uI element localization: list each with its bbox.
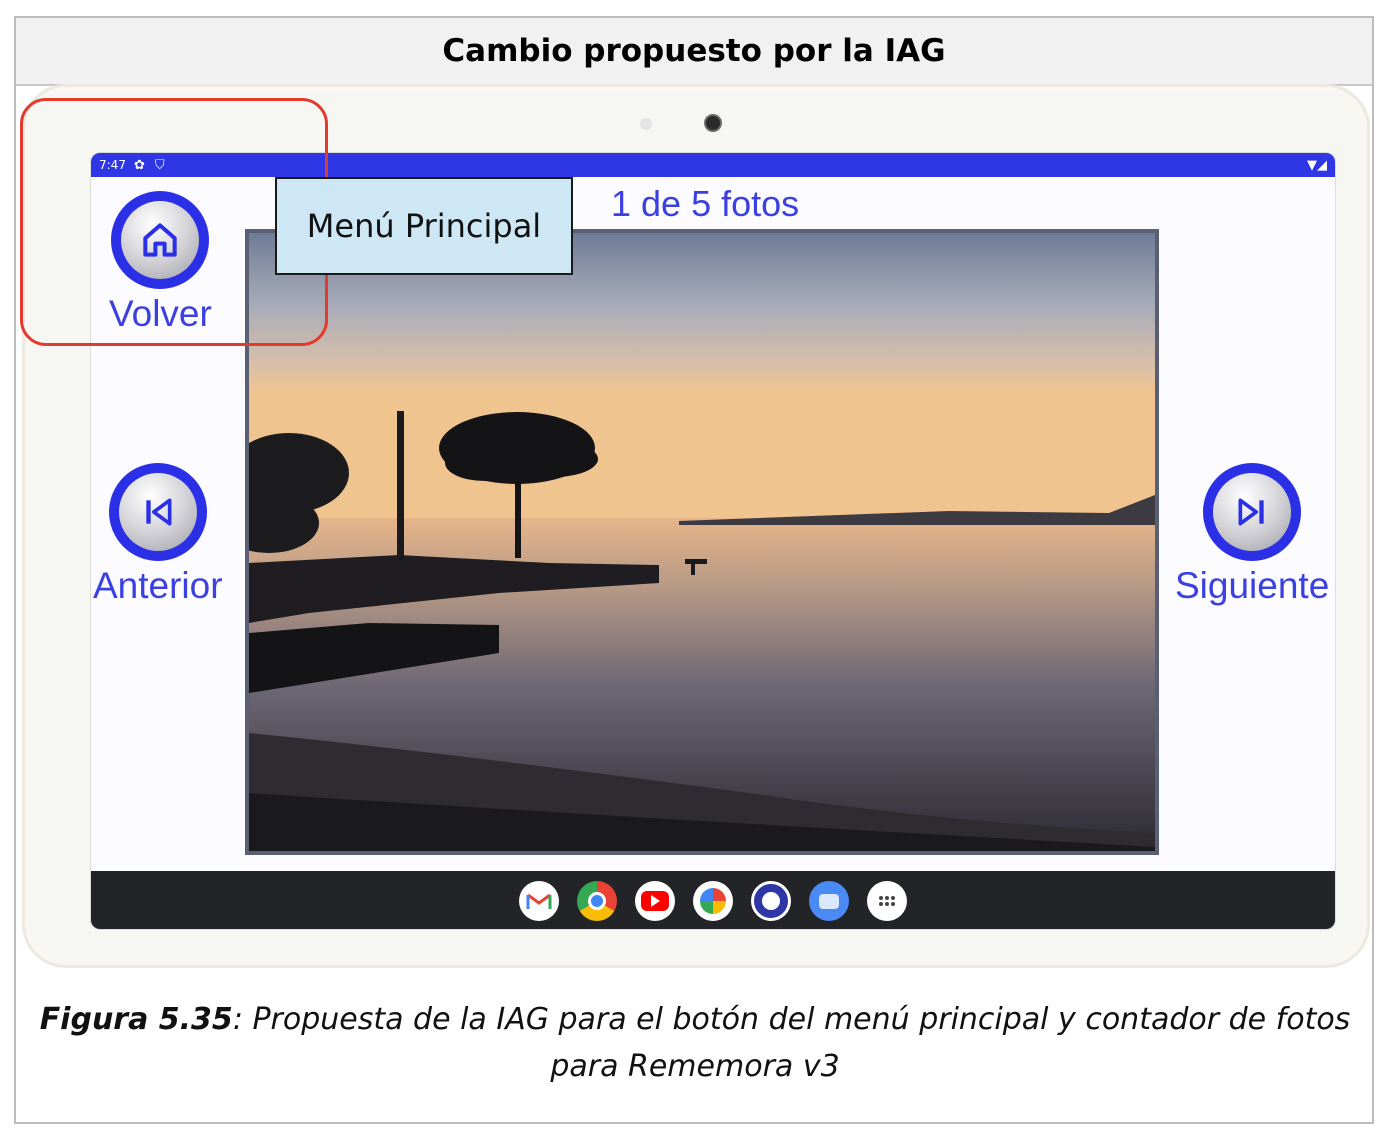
next-button[interactable]: Siguiente [1175,463,1329,607]
previous-button-circle[interactable] [108,463,207,561]
previous-button-label[interactable]: Anterior [93,565,223,607]
next-button-circle[interactable] [1203,463,1302,561]
caption-text: : Propuesta de la IAG para el botón del … [232,1002,1351,1084]
photo-counter: 1 de 5 fotos [611,183,800,224]
next-button-label[interactable]: Siguiente [1175,565,1329,607]
previous-button[interactable]: Anterior [93,463,223,607]
figure-header-title: Cambio propuesto por la IAG [442,33,946,69]
skip-previous-icon [146,498,172,526]
sunset-lake-photo [249,233,1155,851]
rememora-icon[interactable] [751,881,791,921]
photos-icon[interactable] [693,881,733,921]
app-drawer-icon[interactable] [867,881,907,921]
wifi-signal-icon: ▼◢ [1307,157,1327,173]
sensor-dot [640,118,652,130]
camera-icon [704,114,722,132]
figure-caption: Figura 5.35: Propuesta de la IAG para el… [30,996,1360,1090]
photo-view[interactable] [245,229,1159,855]
menu-callout-text: Menú Principal [306,207,542,245]
messages-icon[interactable] [809,881,849,921]
skip-next-icon [1238,498,1264,526]
figure-header: Cambio propuesto por la IAG [16,18,1372,86]
gmail-icon[interactable] [519,881,559,921]
caption-label: Figura 5.35 [39,1002,233,1037]
youtube-icon[interactable] [635,881,675,921]
menu-callout: Menú Principal [275,177,573,275]
chrome-icon[interactable] [577,881,617,921]
taskbar [91,871,1335,929]
